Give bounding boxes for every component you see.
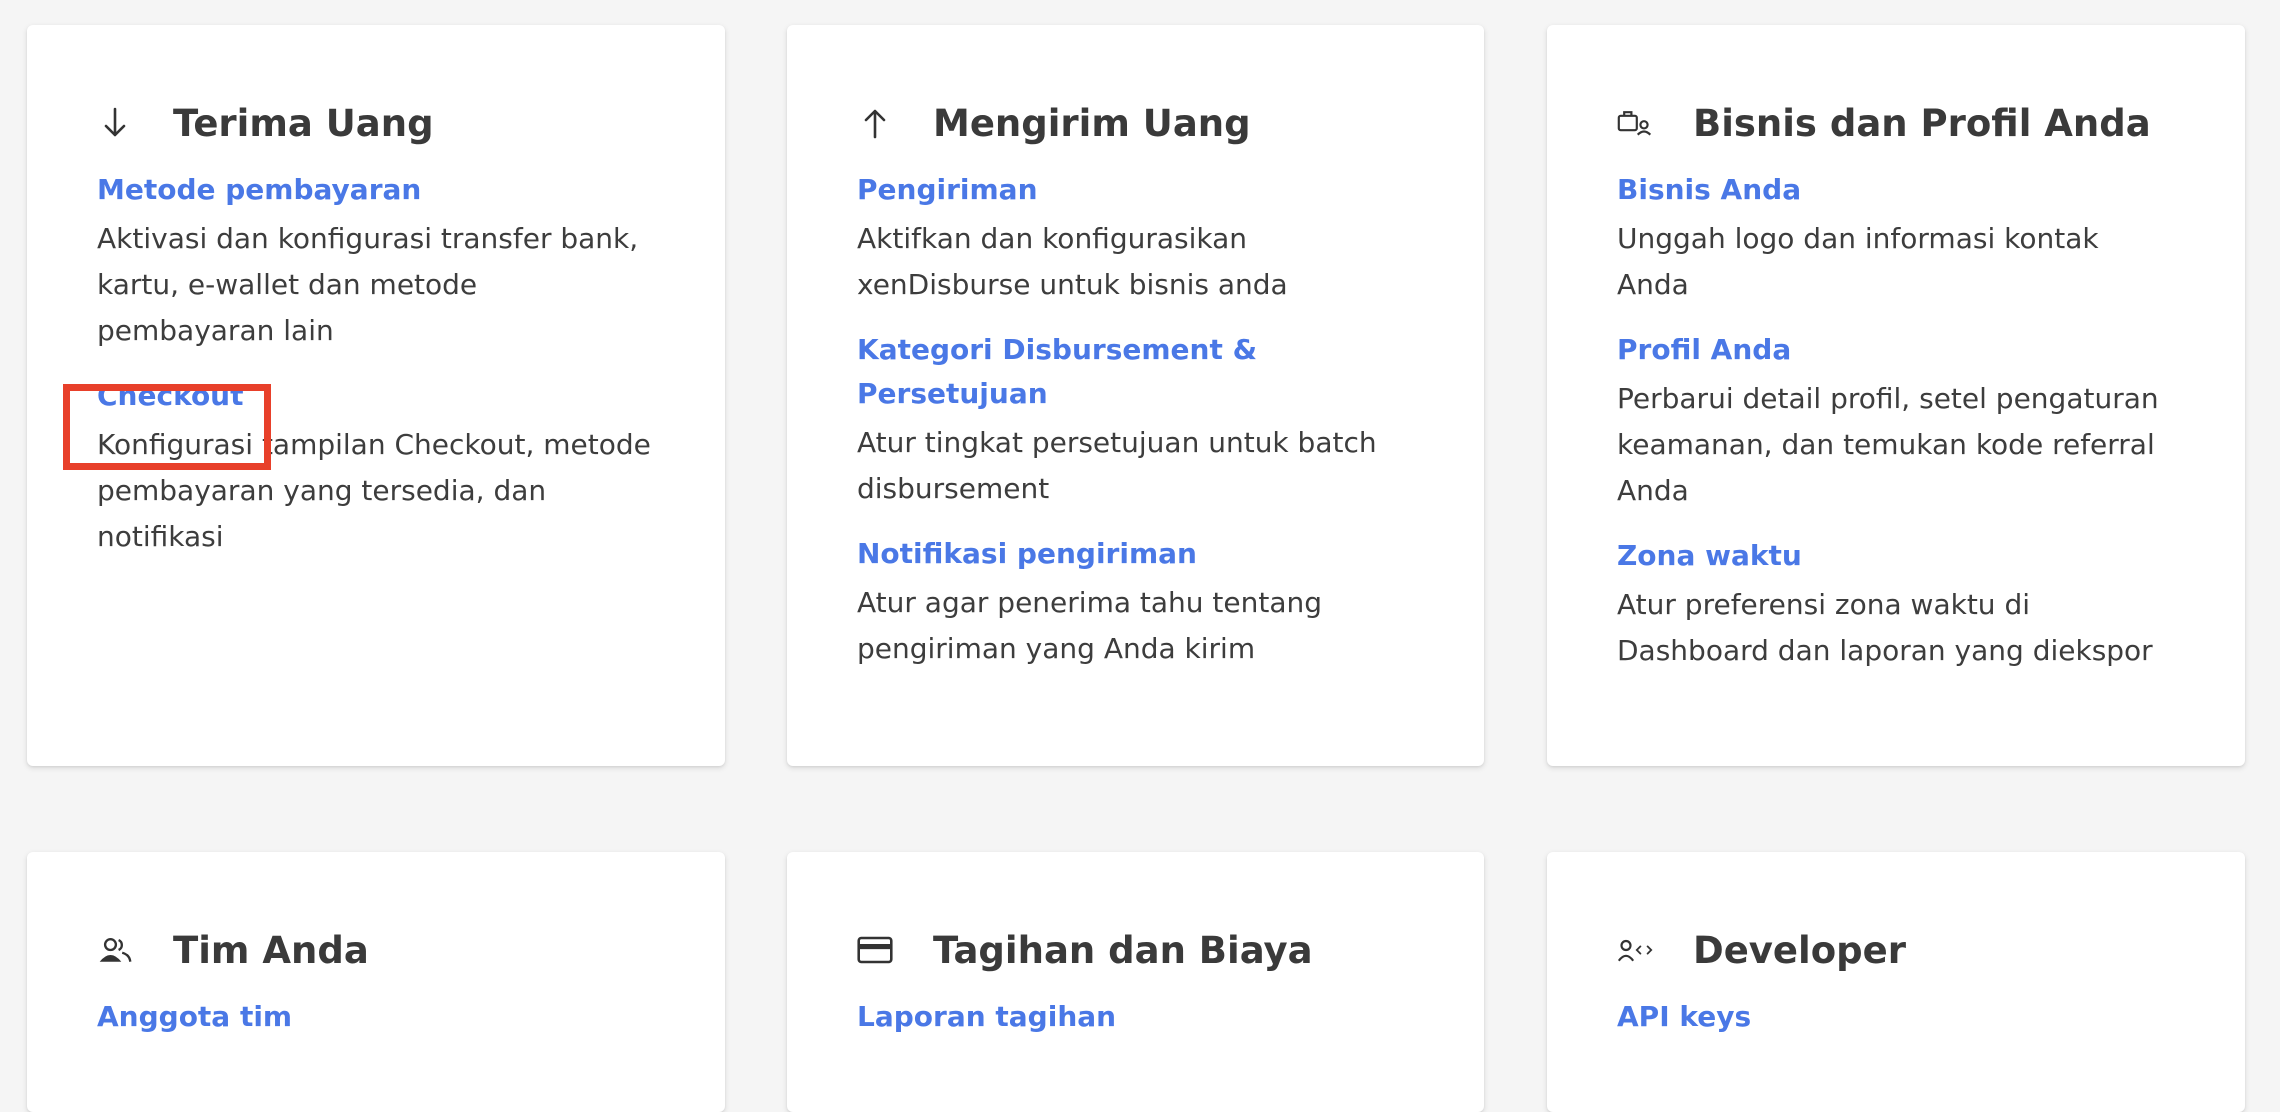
item-description: Atur preferensi zona waktu di Dashboard … [1617,588,2153,667]
credit-card-icon [857,932,893,968]
item-description: Atur tingkat persetujuan untuk batch dis… [857,426,1377,505]
card-tagihan-biaya: Tagihan dan Biaya Laporan tagihan [787,852,1484,1112]
link-checkout[interactable]: Checkout [97,374,244,418]
link-metode-pembayaran[interactable]: Metode pembayaran [97,168,421,212]
link-zona-waktu[interactable]: Zona waktu [1617,534,1802,578]
card-title: Bisnis dan Profil Anda [1693,101,2151,145]
developer-icon [1617,932,1653,968]
team-icon [97,932,133,968]
link-profil-anda[interactable]: Profil Anda [1617,328,1791,372]
arrow-up-icon [857,105,893,141]
card-header: Mengirim Uang [857,98,1414,148]
card-bisnis-profil: Bisnis dan Profil Anda Bisnis Anda Ungga… [1547,25,2245,766]
card-tim-anda: Tim Anda Anggota tim [27,852,725,1112]
link-pengiriman[interactable]: Pengiriman [857,168,1038,212]
arrow-down-icon [97,105,133,141]
item-description: Aktivasi dan konfigurasi transfer bank, … [97,222,639,347]
card-header: Developer [1617,925,2175,975]
card-title: Tim Anda [173,928,369,972]
link-kategori-disbursement[interactable]: Kategori Disbursement & Persetujuan [857,328,1414,416]
link-api-keys[interactable]: API keys [1617,995,1751,1039]
item-description: Perbarui detail profil, setel pengaturan… [1617,382,2159,507]
card-header: Tim Anda [97,925,655,975]
card-title: Developer [1693,928,1906,972]
card-title: Terima Uang [173,101,434,145]
link-anggota-tim[interactable]: Anggota tim [97,995,292,1039]
card-header: Tagihan dan Biaya [857,925,1414,975]
item-description: Konfigurasi tampilan Checkout, metode pe… [97,428,651,553]
card-title: Tagihan dan Biaya [933,928,1313,972]
link-bisnis-anda[interactable]: Bisnis Anda [1617,168,1801,212]
card-mengirim-uang: Mengirim Uang Pengiriman Aktifkan dan ko… [787,25,1484,766]
item-description: Atur agar penerima tahu tentang pengirim… [857,586,1323,665]
card-title: Mengirim Uang [933,101,1251,145]
card-header: Terima Uang [97,98,655,148]
item-description: Aktifkan dan konfigurasikan xenDisburse … [857,222,1288,301]
card-header: Bisnis dan Profil Anda [1617,98,2175,148]
link-notifikasi-pengiriman[interactable]: Notifikasi pengiriman [857,532,1197,576]
link-laporan-tagihan[interactable]: Laporan tagihan [857,995,1116,1039]
card-developer: Developer API keys [1547,852,2245,1112]
card-terima-uang: Terima Uang Metode pembayaran Aktivasi d… [27,25,725,766]
item-description: Unggah logo dan informasi kontak Anda [1617,222,2099,301]
business-profile-icon [1617,105,1653,141]
